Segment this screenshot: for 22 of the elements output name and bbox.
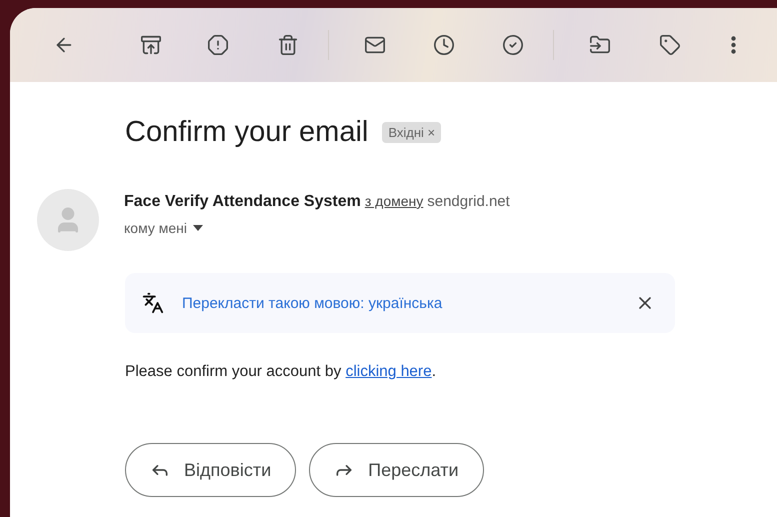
translate-link[interactable]: Перекласти такою мовою: українська — [182, 294, 635, 312]
email-body: Please confirm your account by clicking here. — [125, 363, 438, 381]
via-link[interactable]: з домену — [364, 193, 424, 209]
more-icon — [730, 36, 736, 54]
forward-button[interactable]: Переслати — [309, 443, 484, 497]
inbox-label: Вхідні × — [382, 122, 442, 143]
translate-icon — [142, 292, 164, 314]
reply-button[interactable]: Відповісти — [125, 443, 296, 497]
add-task-icon — [502, 34, 524, 56]
label-icon — [659, 34, 681, 56]
mark-unread-icon — [364, 34, 386, 56]
report-spam-icon — [207, 34, 229, 56]
recipients-dropdown[interactable]: кому мені — [124, 220, 510, 236]
email-subject: Confirm your email — [125, 116, 368, 149]
snooze-icon — [433, 34, 455, 56]
sender-domain: sendgrid.net — [427, 193, 510, 210]
caret-icon — [193, 225, 203, 231]
delete-icon — [277, 34, 299, 56]
confirm-link[interactable]: clicking here — [346, 363, 432, 380]
archive-icon — [140, 34, 162, 56]
sender-name: Face Verify Attendance System — [124, 193, 361, 211]
move-to-folder-icon — [589, 34, 611, 56]
